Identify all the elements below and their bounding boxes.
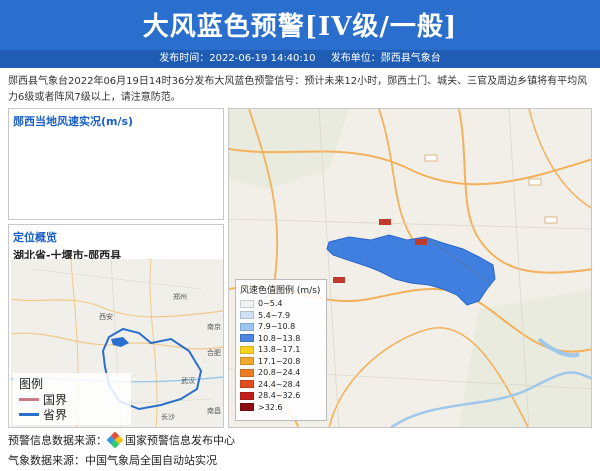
location-panel: 定位概览 湖北省-十堰市-郧西县 西安 郑州 武汉 长沙 南昌 合肥 南京 图例	[8, 224, 224, 428]
legend-swatch	[240, 334, 254, 343]
weather-source-label: 气象数据来源：	[8, 454, 85, 467]
legend-range: >32.6	[258, 402, 283, 412]
legend-swatch	[240, 368, 254, 377]
wind-speed-panel: 郧西当地风速实况(m/s)	[8, 108, 224, 220]
publish-time: 发布时间：2022-06-19 14:40:10	[159, 53, 316, 64]
legend-row: 28.4~32.6	[236, 390, 326, 402]
legend-range: 13.8~17.1	[258, 345, 301, 355]
legend-range: 20.8~24.4	[258, 368, 301, 378]
legend-range: 10.8~13.8	[258, 333, 301, 343]
weather-data-source: 气象数据来源： 中国气象局全国自动站实况	[8, 452, 217, 468]
legend-swatch	[240, 311, 254, 320]
legend-swatch	[240, 345, 254, 354]
legend-row: 17.1~20.8	[236, 356, 326, 368]
overview-legend: 图例 国界 省界	[13, 373, 131, 425]
legend-row: 10.8~13.8	[236, 333, 326, 345]
wind-panel-title: 郧西当地风速实况(m/s)	[13, 115, 134, 128]
map-label-xian: 西安	[99, 312, 113, 321]
location-panel-title: 定位概览	[13, 231, 57, 244]
legend-range: 5.4~7.9	[258, 310, 291, 320]
overview-map[interactable]: 西安 郑州 武汉 长沙 南昌 合肥 南京 图例 国界 省界	[11, 259, 223, 427]
warning-header: 大风蓝色预警[IV级/一般] 发布时间：2022-06-19 14:40:10 …	[0, 0, 600, 68]
warning-center-logo-icon	[106, 431, 124, 449]
publisher: 发布单位：郧西县气象台	[330, 53, 441, 64]
national-border-swatch	[19, 398, 39, 401]
warning-source-name: 国家预警信息发布中心	[125, 434, 235, 447]
legend-row: 20.8~24.4	[236, 367, 326, 379]
warning-title: 大风蓝色预警[IV级/一般]	[142, 12, 458, 42]
legend-swatch	[240, 403, 254, 412]
map-label-zhengzhou: 郑州	[173, 293, 187, 301]
weather-source-name: 中国气象局全国自动站实况	[85, 454, 217, 467]
warning-description: 郧西县气象台2022年06月19日14时36分发布大风蓝色预警信号：预计未来12…	[8, 76, 588, 103]
legend-swatch	[240, 357, 254, 366]
legend-row: 24.4~28.4	[236, 379, 326, 391]
legend-row: 7.9~10.8	[236, 321, 326, 333]
warning-data-source: 预警信息数据来源： 国家预警信息发布中心	[8, 431, 235, 449]
legend-label: 省界	[43, 408, 68, 422]
legend-row: 13.8~17.1	[236, 344, 326, 356]
legend-range: 24.4~28.4	[258, 379, 301, 389]
legend-item-provincial-border: 省界	[13, 407, 131, 422]
legend-swatch	[240, 299, 254, 308]
legend-row: 5.4~7.9	[236, 310, 326, 322]
provincial-border-swatch	[19, 413, 39, 416]
map-label-nanjing: 南京	[207, 322, 221, 331]
map-label-nanchang: 南昌	[207, 406, 221, 415]
legend-range: 0~5.4	[258, 299, 283, 309]
legend-range: 28.4~32.6	[258, 391, 301, 401]
legend-row: 0~5.4	[236, 298, 326, 310]
legend-swatch	[240, 380, 254, 389]
warning-meta: 发布时间：2022-06-19 14:40:10 发布单位：郧西县气象台	[0, 50, 600, 68]
legend-range: 17.1~20.8	[258, 356, 301, 366]
legend-range: 7.9~10.8	[258, 322, 296, 332]
map-label-changsha: 长沙	[161, 412, 175, 421]
map-label-hefei: 合肥	[207, 348, 221, 357]
wind-legend-title: 风速色值图例 (m/s)	[240, 286, 321, 296]
wind-speed-legend: 风速色值图例 (m/s) 0~5.4 5.4~7.9 7.9~10.8 10.8…	[235, 279, 327, 421]
legend-item-national-border: 国界	[13, 392, 131, 407]
overview-legend-title: 图例	[19, 377, 44, 391]
legend-swatch	[240, 322, 254, 331]
warning-map[interactable]: 风速色值图例 (m/s) 0~5.4 5.4~7.9 7.9~10.8 10.8…	[228, 108, 592, 428]
warning-source-label: 预警信息数据来源：	[8, 434, 107, 447]
legend-row: >32.6	[236, 402, 326, 414]
map-label-wuhan: 武汉	[181, 376, 195, 385]
legend-swatch	[240, 391, 254, 400]
